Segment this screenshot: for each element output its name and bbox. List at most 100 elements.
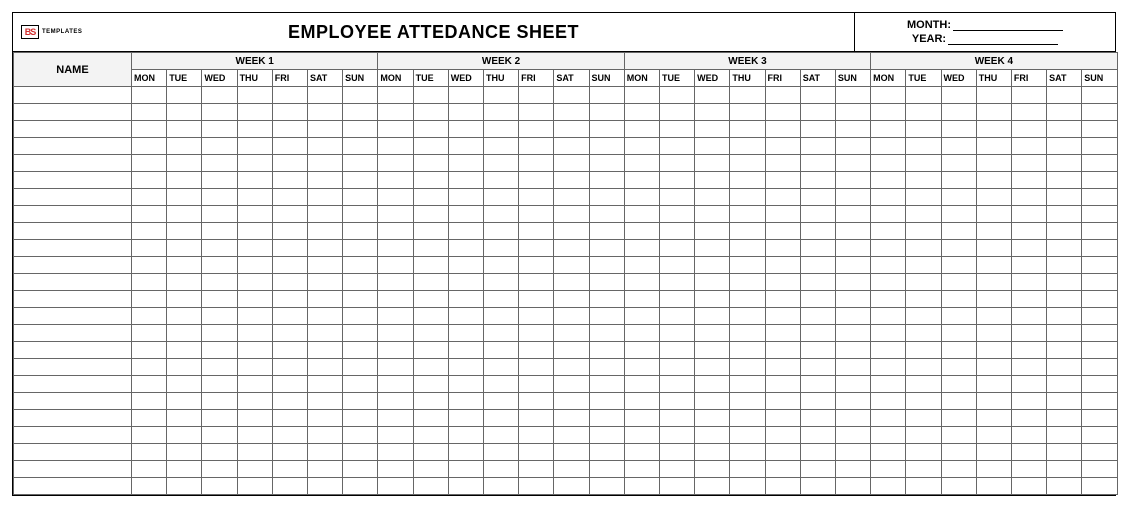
attendance-cell[interactable] [659,121,694,138]
attendance-cell[interactable] [519,393,554,410]
attendance-cell[interactable] [765,291,800,308]
attendance-cell[interactable] [1082,172,1117,189]
attendance-cell[interactable] [519,240,554,257]
name-cell[interactable] [14,138,132,155]
attendance-cell[interactable] [483,121,518,138]
attendance-cell[interactable] [307,325,342,342]
name-cell[interactable] [14,155,132,172]
attendance-cell[interactable] [272,393,307,410]
attendance-cell[interactable] [413,376,448,393]
attendance-cell[interactable] [554,393,589,410]
attendance-cell[interactable] [202,189,237,206]
attendance-cell[interactable] [941,172,976,189]
attendance-cell[interactable] [272,444,307,461]
attendance-cell[interactable] [519,359,554,376]
attendance-cell[interactable] [413,121,448,138]
attendance-cell[interactable] [483,274,518,291]
attendance-cell[interactable] [659,291,694,308]
attendance-cell[interactable] [871,461,906,478]
attendance-cell[interactable] [448,410,483,427]
attendance-cell[interactable] [202,172,237,189]
attendance-cell[interactable] [1082,121,1117,138]
attendance-cell[interactable] [765,359,800,376]
attendance-cell[interactable] [589,359,624,376]
name-cell[interactable] [14,444,132,461]
attendance-cell[interactable] [589,240,624,257]
attendance-cell[interactable] [941,308,976,325]
attendance-cell[interactable] [800,274,835,291]
attendance-cell[interactable] [659,104,694,121]
attendance-cell[interactable] [976,393,1011,410]
attendance-cell[interactable] [624,172,659,189]
attendance-cell[interactable] [307,308,342,325]
attendance-cell[interactable] [167,325,202,342]
attendance-cell[interactable] [1047,393,1082,410]
name-cell[interactable] [14,325,132,342]
attendance-cell[interactable] [272,155,307,172]
attendance-cell[interactable] [659,410,694,427]
attendance-cell[interactable] [343,121,378,138]
attendance-cell[interactable] [695,257,730,274]
attendance-cell[interactable] [765,308,800,325]
attendance-cell[interactable] [659,427,694,444]
attendance-cell[interactable] [1047,291,1082,308]
attendance-cell[interactable] [554,291,589,308]
attendance-cell[interactable] [202,342,237,359]
attendance-cell[interactable] [624,257,659,274]
name-cell[interactable] [14,410,132,427]
attendance-cell[interactable] [202,444,237,461]
attendance-cell[interactable] [659,223,694,240]
attendance-cell[interactable] [589,172,624,189]
attendance-cell[interactable] [237,138,272,155]
attendance-cell[interactable] [871,87,906,104]
name-cell[interactable] [14,104,132,121]
attendance-cell[interactable] [624,478,659,495]
attendance-cell[interactable] [976,478,1011,495]
attendance-cell[interactable] [800,223,835,240]
attendance-cell[interactable] [871,189,906,206]
attendance-cell[interactable] [519,291,554,308]
attendance-cell[interactable] [976,444,1011,461]
attendance-cell[interactable] [237,478,272,495]
attendance-cell[interactable] [800,121,835,138]
attendance-cell[interactable] [378,104,413,121]
attendance-cell[interactable] [589,308,624,325]
attendance-cell[interactable] [413,138,448,155]
attendance-cell[interactable] [519,461,554,478]
attendance-cell[interactable] [202,393,237,410]
attendance-cell[interactable] [237,274,272,291]
attendance-cell[interactable] [976,189,1011,206]
attendance-cell[interactable] [519,325,554,342]
attendance-cell[interactable] [1047,325,1082,342]
attendance-cell[interactable] [237,155,272,172]
attendance-cell[interactable] [448,206,483,223]
attendance-cell[interactable] [378,223,413,240]
attendance-cell[interactable] [448,461,483,478]
attendance-cell[interactable] [695,87,730,104]
attendance-cell[interactable] [730,376,765,393]
attendance-cell[interactable] [906,444,941,461]
attendance-cell[interactable] [835,308,870,325]
attendance-cell[interactable] [906,359,941,376]
attendance-cell[interactable] [272,87,307,104]
attendance-cell[interactable] [307,155,342,172]
attendance-cell[interactable] [343,342,378,359]
attendance-cell[interactable] [730,478,765,495]
attendance-cell[interactable] [871,257,906,274]
attendance-cell[interactable] [906,274,941,291]
attendance-cell[interactable] [237,461,272,478]
attendance-cell[interactable] [272,427,307,444]
attendance-cell[interactable] [835,461,870,478]
attendance-cell[interactable] [132,291,167,308]
attendance-cell[interactable] [871,427,906,444]
attendance-cell[interactable] [448,87,483,104]
name-cell[interactable] [14,427,132,444]
attendance-cell[interactable] [906,376,941,393]
attendance-cell[interactable] [237,240,272,257]
attendance-cell[interactable] [589,138,624,155]
attendance-cell[interactable] [343,325,378,342]
attendance-cell[interactable] [765,87,800,104]
attendance-cell[interactable] [800,427,835,444]
attendance-cell[interactable] [624,410,659,427]
attendance-cell[interactable] [413,427,448,444]
